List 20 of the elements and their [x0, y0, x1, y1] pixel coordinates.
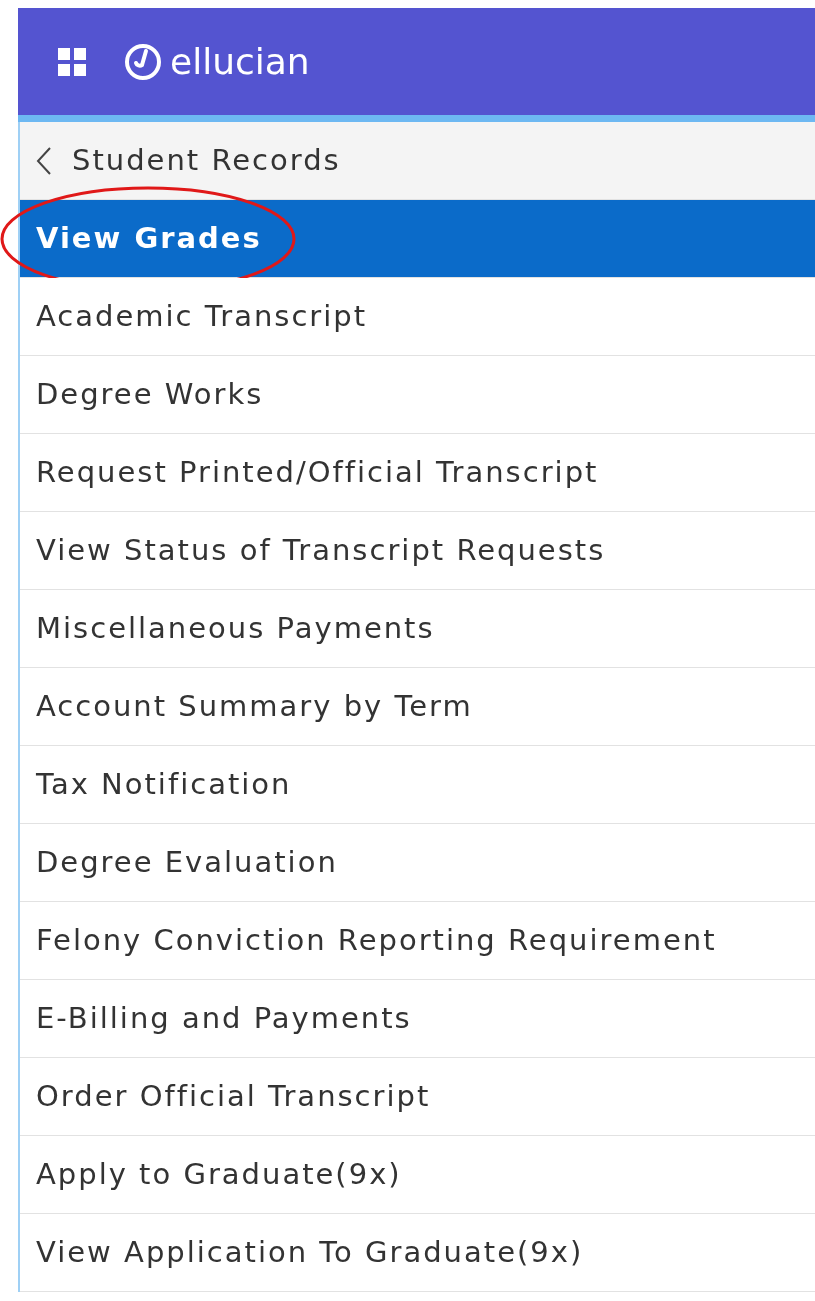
back-chevron-icon — [36, 145, 52, 176]
apps-grid-icon[interactable] — [58, 47, 86, 76]
menu-item[interactable]: View Application To Graduate(9x) — [36, 1233, 584, 1271]
menu-item[interactable]: Account Summary by Term — [36, 687, 473, 725]
menu-item[interactable]: Academic Transcript — [36, 297, 368, 335]
menu-item[interactable]: Tax Notification — [36, 765, 292, 803]
menu-item[interactable]: Apply to Graduate(9x) — [36, 1155, 402, 1193]
menu-item[interactable]: Felony Conviction Reporting Requirement — [36, 921, 717, 959]
menu-item[interactable]: Request Printed/Official Transcript — [36, 453, 599, 491]
menu-item[interactable]: View Grades — [36, 219, 262, 257]
menu-item[interactable]: Miscellaneous Payments — [36, 609, 435, 647]
menu-item[interactable]: Degree Evaluation — [36, 843, 338, 881]
menu-item[interactable]: E-Billing and Payments — [36, 999, 412, 1037]
menu-item[interactable]: Order Official Transcript — [36, 1077, 431, 1115]
back-row[interactable]: Student Records — [20, 122, 815, 200]
back-label: Student Records — [72, 141, 341, 179]
logo-text: ellucian — [170, 43, 310, 80]
logo-icon — [124, 42, 162, 81]
menu-item[interactable]: Degree Works — [36, 375, 264, 413]
menu-item[interactable]: View Status of Transcript Requests — [36, 531, 606, 569]
